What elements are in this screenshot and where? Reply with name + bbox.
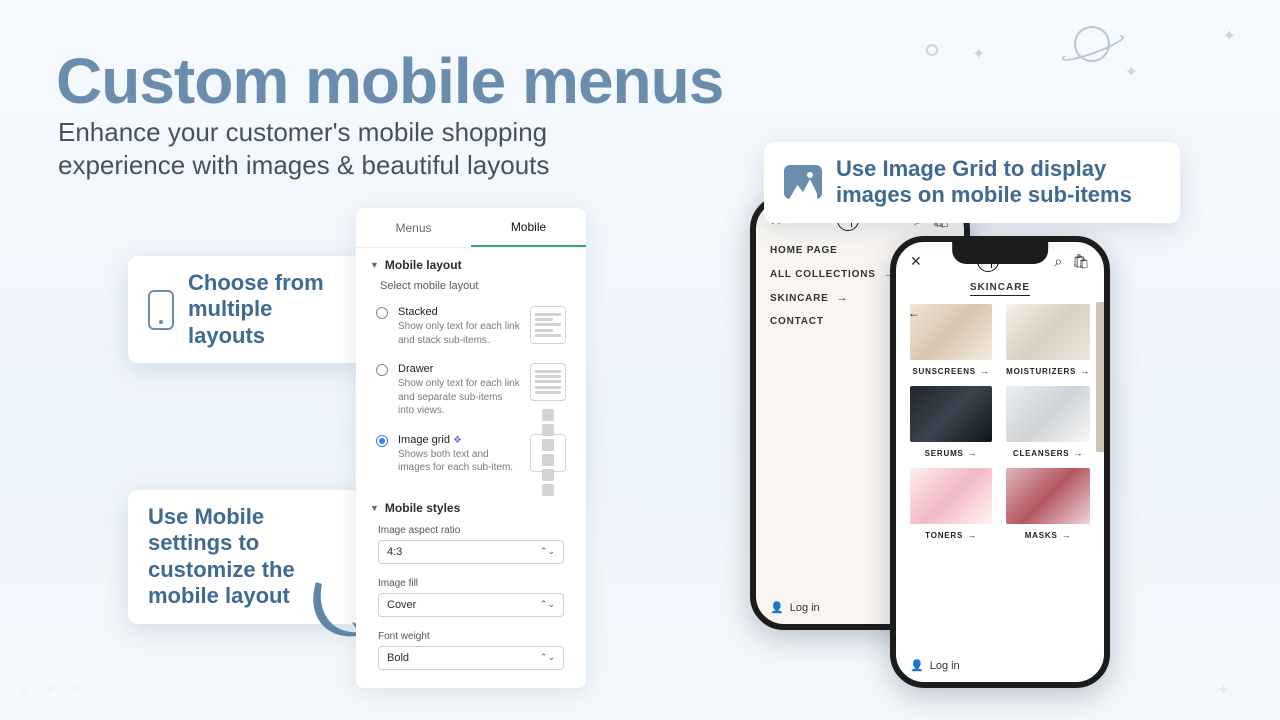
deco-star-icon: ✦ [1223,26,1236,46]
mobile-settings-panel: Menus Mobile ▼ Mobile layout Select mobi… [356,208,586,688]
deco-star-icon: ✦ [972,44,985,64]
tile-image [910,304,992,360]
field-label: Image fill [378,578,564,589]
tile-label: TONERS [925,531,963,540]
section-title: Mobile styles [385,501,460,515]
tabs: Menus Mobile [356,208,586,248]
search-icon[interactable]: ⌕ [1054,253,1062,270]
radio-stacked[interactable] [376,307,388,319]
chevron-updown-icon: ⌃⌄ [540,546,555,557]
nav-label: HOME PAGE [770,245,838,256]
planet-icon [1074,26,1110,62]
select-mobile-layout-label: Select mobile layout [356,278,586,300]
tile-image [910,386,992,442]
radio-image-grid[interactable] [376,435,388,447]
tile-label: SUNSCREENS [912,367,976,376]
option-title: Drawer [398,363,520,375]
tile-label: MASKS [1025,531,1058,540]
user-icon: 👤 [770,601,784,614]
login-link[interactable]: 👤 Log in [910,659,960,672]
callout-text: Choose from multiple layouts [188,270,346,349]
tile-image [1006,468,1090,524]
page-title: Custom mobile menus [56,44,723,118]
deco-dots-icon: ° ° ° [20,683,85,706]
arrow-right-icon: → [967,530,977,540]
tile-label: MOISTURIZERS [1006,367,1076,376]
nav-label: CONTACT [770,316,824,327]
login-link[interactable]: 👤 Log in [770,601,820,614]
option-title: Image grid ❖ [398,434,520,446]
deco-star-icon: ✦ [1217,680,1230,700]
tile-image [910,468,992,524]
tile-label: SERUMS [925,449,964,458]
arrow-right-icon: → [1062,530,1072,540]
phone-outline-icon [148,290,174,330]
grid-tile[interactable]: SUNSCREENS → [910,304,992,376]
chevron-updown-icon: ⌃⌄ [540,652,555,663]
arrow-right-icon: → [1080,366,1090,376]
grid-tile[interactable]: CLEANSERS→ [1006,386,1090,458]
thumb-grid-icon [530,434,566,472]
callout-layouts: Choose from multiple layouts [128,256,366,363]
select-aspect-ratio[interactable]: 4:3 ⌃⌄ [378,540,564,564]
deco-star-icon: ✦ [1125,62,1138,82]
field-font-weight: Font weight Bold ⌃⌄ [356,627,586,680]
option-desc: Shows both text and images for each sub-… [398,448,520,475]
field-image-fill: Image fill Cover ⌃⌄ [356,574,586,627]
layout-option-image-grid[interactable]: Image grid ❖ Shows both text and images … [356,428,586,485]
tab-mobile[interactable]: Mobile [471,208,586,247]
field-aspect-ratio: Image aspect ratio 4:3 ⌃⌄ [356,521,586,574]
login-label: Log in [790,602,820,614]
select-font-weight[interactable]: Bold ⌃⌄ [378,646,564,670]
sparkle-icon: ❖ [453,435,462,446]
select-value: Bold [387,652,409,664]
select-value: Cover [387,599,416,611]
layout-option-stacked[interactable]: Stacked Show only text for each link and… [356,300,586,357]
category-heading: SKINCARE [970,276,1030,296]
arrow-right-icon: → [1073,448,1083,458]
image-stack-icon [784,165,822,199]
product-grid: SUNSCREENS → MOISTURIZERS → SERUMS → CLEANS… [896,304,1104,540]
select-image-fill[interactable]: Cover ⌃⌄ [378,593,564,617]
chevron-down-icon: ▼ [370,260,379,270]
user-icon: 👤 [910,659,924,672]
grid-tile[interactable]: MASKS → [1006,468,1090,540]
bag-icon[interactable]: 🛍 [1072,253,1090,270]
nav-label: SKINCARE [770,293,829,304]
callout-text: Use Image Grid to display images on mobi… [836,156,1160,209]
thumb-stacked-icon [530,306,566,344]
arrow-right-icon: → [980,366,990,376]
field-label: Image aspect ratio [378,525,564,536]
grid-tile[interactable]: SERUMS → [910,386,992,458]
phone-mock-grid: ✕ ⌕ 🛍 ← SKINCARE SUNSCREENS → MOISTURIZER… [890,236,1110,688]
radio-drawer[interactable] [376,364,388,376]
grid-tile[interactable]: MOISTURIZERS → [1006,304,1090,376]
tile-image [1006,386,1090,442]
page-subtitle: Enhance your customer's mobile shopping … [58,116,598,181]
option-desc: Show only text for each link and separat… [398,377,520,418]
chevron-down-icon: ▼ [370,503,379,513]
back-arrow-icon[interactable]: ← [908,306,920,320]
select-value: 4:3 [387,546,402,558]
callout-imagegrid: Use Image Grid to display images on mobi… [764,142,1180,223]
chevron-updown-icon: ⌃⌄ [540,599,555,610]
arrow-right-icon: → [968,448,978,458]
field-label: Font weight [378,631,564,642]
option-desc: Show only text for each link and stack s… [398,320,520,347]
login-label: Log in [930,660,960,672]
grid-tile[interactable]: TONERS → [910,468,992,540]
deco-circle-icon [926,44,938,56]
close-icon[interactable]: ✕ [910,253,922,270]
arrow-right-icon: → [837,292,849,304]
option-title: Stacked [398,306,520,318]
phone-notch [952,242,1048,264]
section-mobile-layout[interactable]: ▼ Mobile layout [356,248,586,278]
thumb-drawer-icon [530,363,566,401]
tab-menus[interactable]: Menus [356,208,471,247]
tile-label: CLEANSERS [1013,449,1070,458]
section-title: Mobile layout [385,258,462,272]
nav-label: ALL COLLECTIONS [770,269,876,280]
tile-image [1006,304,1090,360]
